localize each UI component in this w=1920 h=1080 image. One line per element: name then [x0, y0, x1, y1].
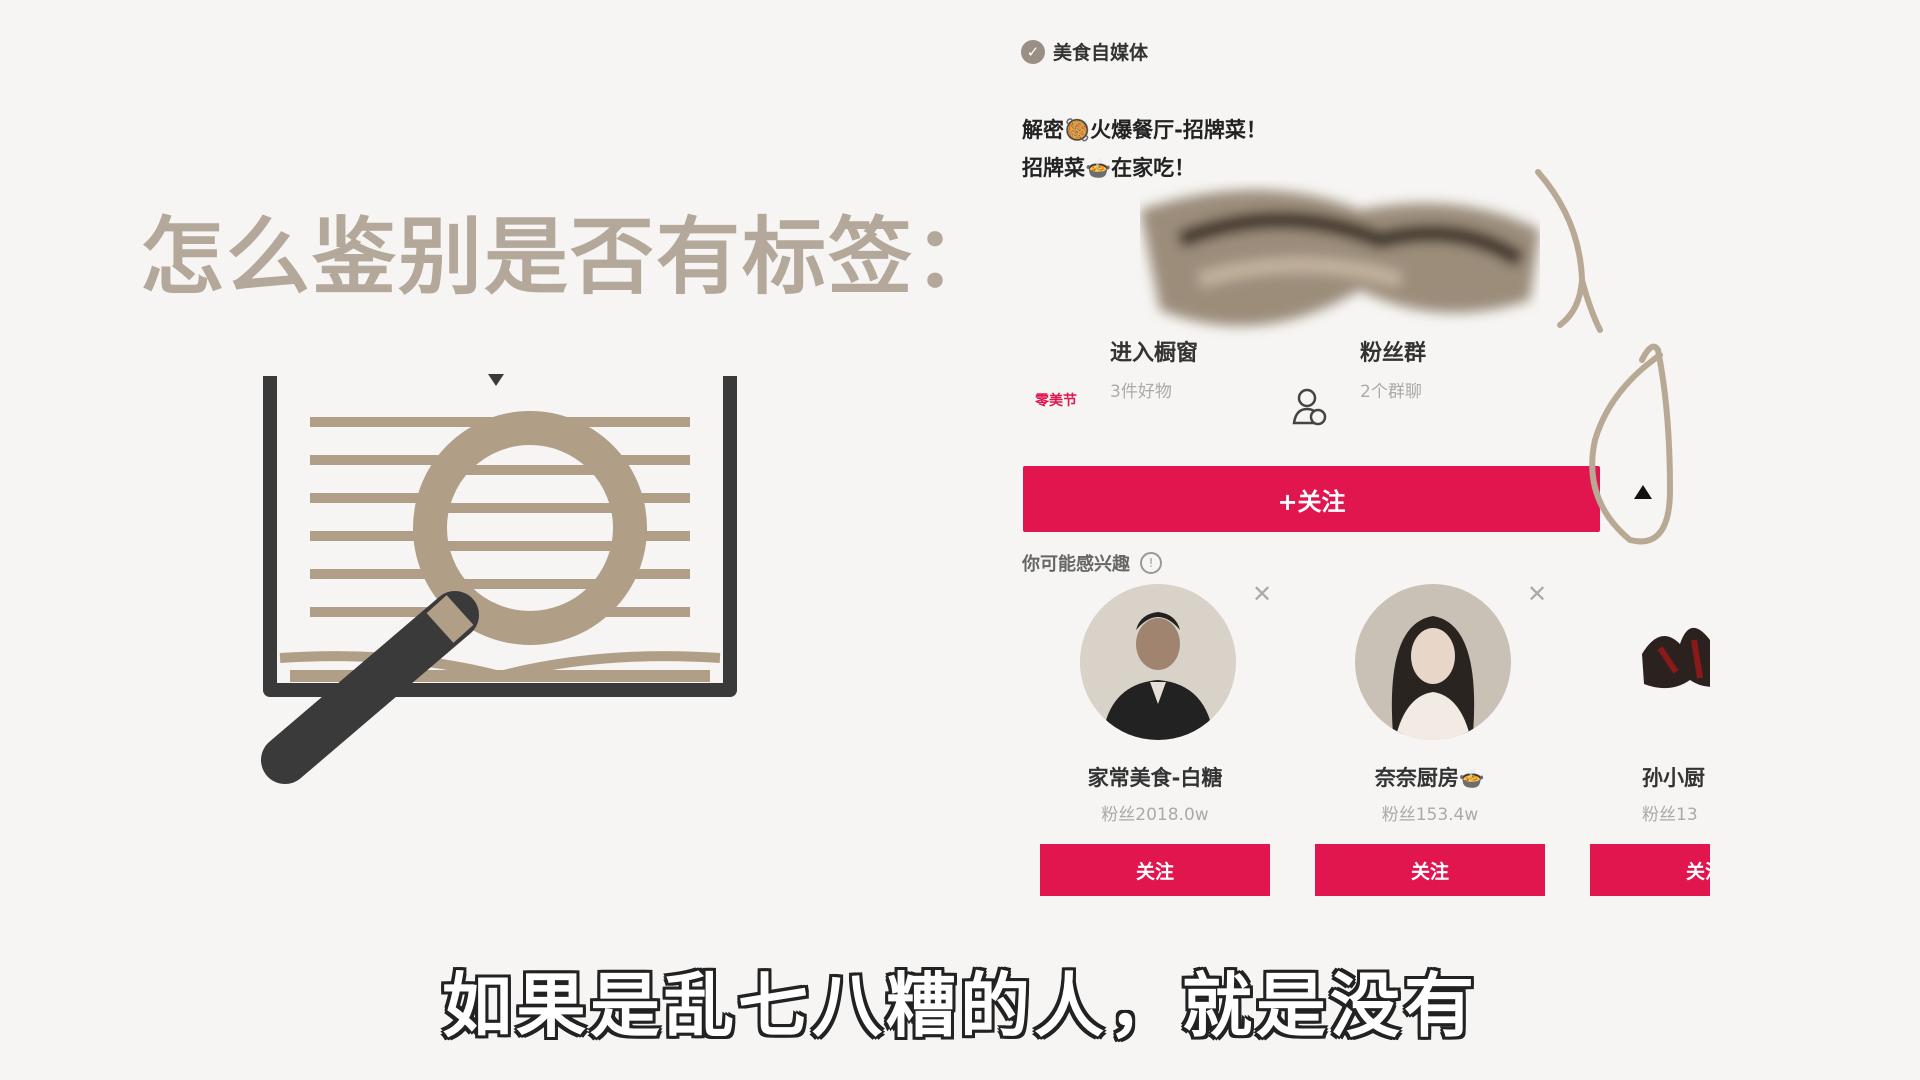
- group-icon: [1292, 388, 1327, 426]
- rec-card[interactable]: ✕ 家常美食-白糖 粉丝2018.0w 关注: [1040, 580, 1272, 900]
- close-icon[interactable]: ✕: [1252, 580, 1272, 608]
- fans-group-sub: 2个群聊: [1360, 382, 1422, 402]
- rec-fans: 粉丝13: [1642, 805, 1698, 825]
- rec-name: 家常美食-白糖: [1087, 766, 1223, 790]
- rec-follow-button[interactable]: 关注: [1590, 844, 1710, 896]
- verified-label: 美食自媒体: [1053, 42, 1149, 64]
- rec-card[interactable]: ✕ 奈奈厨房🍲 粉丝153.4w 关注: [1315, 580, 1547, 900]
- verified-row: ✓ 美食自媒体: [1021, 38, 1148, 65]
- bio-line-2: 招牌菜🍲在家吃！: [1022, 156, 1196, 180]
- rec-card-partial[interactable]: 孙小厨 粉丝13 关注: [1590, 580, 1710, 910]
- rec-name: 孙小厨: [1642, 766, 1705, 790]
- interest-label: 你可能感兴趣: [1022, 554, 1130, 575]
- magnifier-book-icon: [261, 374, 737, 784]
- bio-line-1: 解密🥘火爆餐厅-招牌菜！: [1022, 118, 1267, 142]
- shop-badge: 零美节: [1035, 393, 1077, 409]
- fans-group-title: 粉丝群: [1360, 341, 1427, 366]
- rec-follow-button[interactable]: 关注: [1040, 844, 1270, 896]
- shop-window-sub: 3件好物: [1110, 382, 1172, 402]
- avatar: [1630, 584, 1710, 740]
- shop-window-entry[interactable]: 进入橱窗 3件好物: [1110, 335, 1198, 402]
- rec-card[interactable]: 孙小厨 粉丝13 关注: [1590, 580, 1710, 900]
- blurred-content: [1140, 190, 1540, 326]
- rec-follow-button[interactable]: 关注: [1315, 844, 1545, 896]
- interest-row: 你可能感兴趣 !: [1022, 550, 1162, 576]
- slide-title: 怎么鉴别是否有标签：: [140, 208, 1001, 306]
- video-subtitle: 如果是乱七八糟的人，就是没有: [442, 965, 1478, 1047]
- rec-name: 奈奈厨房🍲: [1374, 766, 1486, 790]
- follow-button[interactable]: +关注: [1023, 466, 1600, 532]
- rec-fans: 粉丝153.4w: [1381, 805, 1479, 825]
- hand-drawn-annotation: [1535, 169, 1674, 545]
- avatar: [1080, 584, 1236, 740]
- avatar: [1355, 584, 1511, 740]
- verified-icon: ✓: [1021, 39, 1045, 64]
- shop-window-title: 进入橱窗: [1110, 341, 1199, 366]
- fans-group-entry[interactable]: 粉丝群 2个群聊: [1360, 335, 1426, 402]
- close-icon[interactable]: ✕: [1527, 580, 1547, 608]
- info-icon[interactable]: !: [1140, 552, 1162, 574]
- rec-fans: 粉丝2018.0w: [1101, 805, 1209, 825]
